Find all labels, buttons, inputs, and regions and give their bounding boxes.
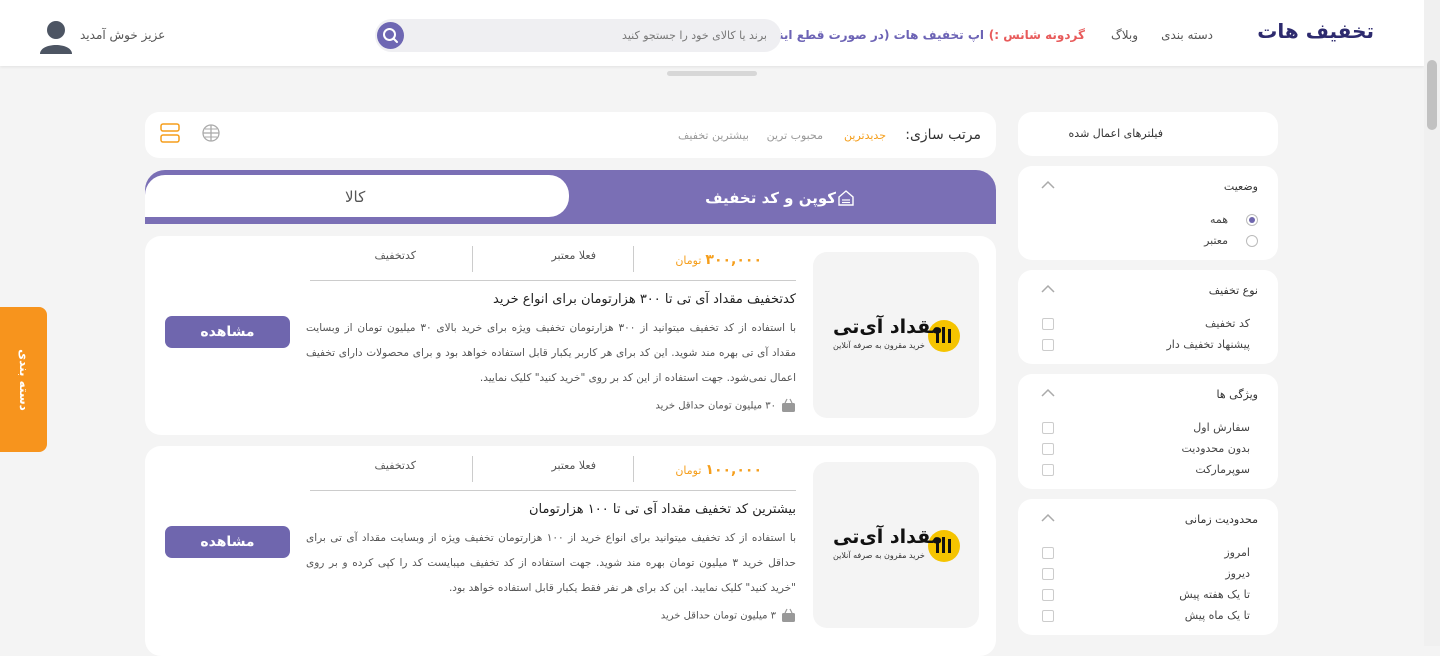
brand-tagline: خرید مقرون به صرفه آنلاین	[833, 551, 925, 560]
filter-group-title: نوع تخفیف	[1208, 284, 1258, 297]
brand-name: مقداد آی‌تی	[833, 316, 943, 338]
grid-view-icon[interactable]	[200, 122, 222, 144]
min-purchase: ۳۰ میلیون تومان حداقل خرید	[655, 398, 796, 413]
search-bar[interactable]: برند یا کالای خود را جستجو کنید	[375, 19, 781, 52]
nav-categories[interactable]: دسته بندی	[1161, 28, 1213, 42]
chevron-up-icon[interactable]	[1040, 284, 1056, 294]
sort-title: مرتب سازی:	[905, 127, 981, 143]
currency: تومان	[675, 464, 702, 477]
checkbox-first-order[interactable]	[1042, 422, 1054, 434]
radio-valid[interactable]	[1246, 235, 1258, 247]
sort-bar: مرتب سازی: جدیدترین محبوب ترین بیشترین ت…	[145, 112, 996, 158]
brand-logo-box[interactable]: مقداد آی‌تی خرید مقرون به صرفه آنلاین	[813, 462, 979, 628]
coupon-card: مقداد آی‌تی خرید مقرون به صرفه آنلاین ۳۰…	[145, 236, 996, 435]
drag-handle[interactable]	[667, 71, 757, 76]
sort-newest[interactable]: جدیدترین	[844, 129, 886, 142]
sort-most-discount[interactable]: بیشترین تخفیف	[678, 129, 749, 142]
search-button[interactable]	[377, 22, 404, 49]
chevron-up-icon[interactable]	[1040, 180, 1056, 190]
coupon-value: ۱۰۰,۰۰۰تومان	[675, 462, 762, 478]
category-side-tab-label: دسته بندی	[16, 348, 31, 411]
checkbox-last-month[interactable]	[1042, 610, 1054, 622]
filter-group-title: وضعیت	[1223, 180, 1258, 193]
brand-name: مقداد آی‌تی	[833, 526, 943, 548]
coupon-card: مقداد آی‌تی خرید مقرون به صرفه آنلاین ۱۰…	[145, 446, 996, 656]
scrollbar-thumb[interactable]	[1427, 60, 1437, 130]
coupon-meta: ۱۰۰,۰۰۰تومان فعلا معتبر کدتخفیف	[310, 456, 796, 491]
filter-option-all[interactable]: همه	[1210, 213, 1228, 226]
tab-coupons[interactable]: کوپن و کد تخفیف	[570, 170, 996, 224]
coupon-title[interactable]: بیشترین کد تخفیف مقداد آی تی تا ۱۰۰ هزار…	[529, 502, 796, 517]
filter-option-unlimited[interactable]: بدون محدودیت	[1181, 442, 1250, 455]
filter-option-last-month[interactable]: تا یک ماه پیش	[1185, 609, 1250, 622]
meta-divider	[633, 246, 634, 272]
nav-lucky-wheel[interactable]: گردونه شانس :)	[989, 28, 1085, 42]
tab-goods-label: کالا	[345, 188, 366, 206]
meta-divider	[633, 456, 634, 482]
filter-option-discount-offer[interactable]: پیشنهاد تخفیف دار	[1166, 338, 1250, 351]
meta-divider	[472, 246, 473, 272]
brand-logo-box[interactable]: مقداد آی‌تی خرید مقرون به صرفه آنلاین	[813, 252, 979, 418]
filter-option-coupon-code[interactable]: کد تخفیف	[1205, 317, 1250, 330]
filter-group-title: محدودیت زمانی	[1184, 513, 1258, 526]
site-logo[interactable]: تخفیف هات	[1257, 19, 1374, 43]
applied-filters-title: فیلترهای اعمال شده	[1068, 127, 1163, 140]
radio-all[interactable]	[1246, 214, 1258, 226]
tab-goods[interactable]: کالا	[145, 175, 569, 217]
page-scrollbar[interactable]	[1424, 0, 1440, 646]
checkbox-discount-offer[interactable]	[1042, 339, 1054, 351]
filter-option-last-week[interactable]: تا یک هفته پیش	[1179, 588, 1250, 601]
applied-filters-box: فیلترهای اعمال شده	[1018, 112, 1278, 156]
nav-blog[interactable]: وبلاگ	[1111, 28, 1138, 42]
coupon-title[interactable]: کدتخفیف مقداد آی تی تا ۳۰۰ هزارتومان برا…	[493, 292, 796, 307]
category-side-tab[interactable]: دسته بندی	[0, 307, 47, 452]
search-input[interactable]: برند یا کالای خود را جستجو کنید	[622, 29, 767, 42]
checkbox-yesterday[interactable]	[1042, 568, 1054, 580]
coupon-icon	[838, 190, 854, 206]
coupon-status: فعلا معتبر	[551, 459, 596, 472]
filter-group-time-limit: محدودیت زمانی امروز دیروز تا یک هفته پیش…	[1018, 499, 1278, 635]
checkbox-coupon-code[interactable]	[1042, 318, 1054, 330]
view-coupon-button[interactable]: مشاهده	[165, 316, 290, 348]
filter-option-first-order[interactable]: سفارش اول	[1193, 421, 1250, 434]
coupon-description: با استفاده از کد تخفیف میتوانید از ۳۰۰ ه…	[306, 322, 796, 384]
coupon-value: ۳۰۰,۰۰۰تومان	[675, 252, 762, 268]
view-coupon-button[interactable]: مشاهده	[165, 526, 290, 558]
meta-divider	[472, 456, 473, 482]
shopping-basket-icon	[782, 608, 795, 622]
search-icon	[383, 28, 398, 43]
checkbox-supermarket[interactable]	[1042, 464, 1054, 476]
coupon-status: فعلا معتبر	[551, 249, 596, 262]
checkbox-last-week[interactable]	[1042, 589, 1054, 601]
welcome-text: عزیز خوش آمدید	[80, 28, 166, 42]
chevron-up-icon[interactable]	[1040, 513, 1056, 523]
shopping-basket-icon	[782, 398, 795, 412]
coupon-type: کدتخفیف	[374, 249, 416, 262]
filter-group-features: ویژگی ها سفارش اول بدون محدودیت سوپرمارک…	[1018, 374, 1278, 489]
filter-group-status: وضعیت همه معتبر	[1018, 166, 1278, 260]
tab-coupons-label: کوپن و کد تخفیف	[705, 189, 836, 207]
filter-option-valid[interactable]: معتبر	[1204, 234, 1228, 247]
user-avatar-icon[interactable]	[38, 18, 74, 54]
checkbox-today[interactable]	[1042, 547, 1054, 559]
min-purchase: ۳ میلیون تومان حداقل خرید	[661, 608, 796, 623]
top-header: تخفیف هات دسته بندی وبلاگ گردونه شانس :)…	[0, 0, 1424, 66]
coupon-meta: ۳۰۰,۰۰۰تومان فعلا معتبر کدتخفیف	[310, 246, 796, 281]
filter-option-yesterday[interactable]: دیروز	[1225, 567, 1250, 580]
filter-group-title: ویژگی ها	[1216, 388, 1259, 401]
sort-popular[interactable]: محبوب ترین	[767, 129, 823, 142]
filter-option-supermarket[interactable]: سوپرمارکت	[1195, 463, 1250, 476]
checkbox-unlimited[interactable]	[1042, 443, 1054, 455]
coupon-type: کدتخفیف	[374, 459, 416, 472]
coupon-description: با استفاده از کد تخفیف میتوانید برای انو…	[306, 532, 796, 594]
content-tabs: کوپن و کد تخفیف کالا	[145, 170, 996, 224]
list-view-icon[interactable]	[159, 122, 181, 144]
filter-group-discount-type: نوع تخفیف کد تخفیف پیشنهاد تخفیف دار	[1018, 270, 1278, 364]
brand-tagline: خرید مقرون به صرفه آنلاین	[833, 341, 925, 350]
currency: تومان	[675, 254, 702, 267]
filter-option-today[interactable]: امروز	[1224, 546, 1250, 559]
chevron-up-icon[interactable]	[1040, 388, 1056, 398]
